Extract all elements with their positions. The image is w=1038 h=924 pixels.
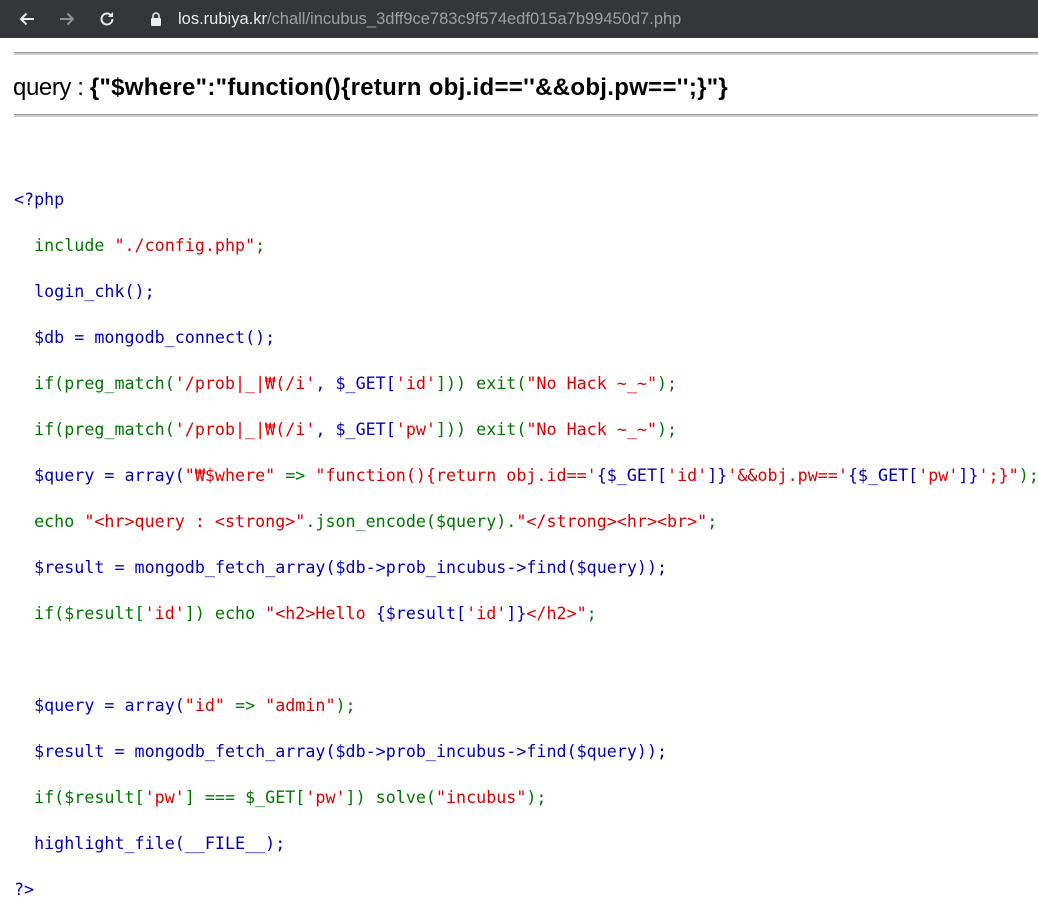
code-string: ';}": [978, 465, 1019, 485]
code-string: </h2>": [526, 603, 587, 623]
code-string: 'id': [395, 373, 436, 393]
code-token: $query = array(: [34, 465, 185, 485]
code-token: $query = array(: [34, 695, 185, 715]
code-string: 'pw': [144, 787, 185, 807]
code-token: $result = mongodb_fetch_array($db->prob_…: [34, 741, 668, 761]
code-token: ])) exit(: [435, 419, 527, 439]
code-token: ]}: [958, 465, 979, 485]
code-line-query-admin: $query = array("id" => "admin");: [14, 694, 1038, 717]
code-token: highlight_file(__FILE__);: [34, 833, 286, 853]
code-token: );: [335, 695, 356, 715]
browser-toolbar: los.rubiya.kr/chall/incubus_3dff9ce783c9…: [0, 0, 1038, 38]
code-string: '/prob|_|₩(/i': [174, 419, 316, 439]
code-line-fetch-admin: $result = mongodb_fetch_array($db->prob_…: [14, 740, 1038, 763]
code-token: {$result[: [375, 603, 467, 623]
code-token: if($result[: [34, 603, 145, 623]
code-token: ]) solve(: [345, 787, 436, 807]
code-line-query-where: $query = array("₩$where" => "function(){…: [14, 464, 1038, 487]
code-line-solve: if($result['pw'] === $_GET['pw']) solve(…: [14, 786, 1038, 809]
forward-button[interactable]: [54, 6, 80, 32]
code-token: ;: [255, 235, 266, 255]
code-token: if($result[: [34, 787, 145, 807]
code-line-highlight: highlight_file(__FILE__);: [14, 832, 1038, 855]
code-token: ]}: [707, 465, 728, 485]
code-line-open: <?php: [14, 188, 1038, 211]
code-token: );: [1018, 465, 1038, 485]
code-token: ]}: [506, 603, 527, 623]
php-open-tag: <?php: [14, 189, 65, 209]
code-token: , $_GET[: [315, 419, 396, 439]
code-string: '/prob|_|₩(/i': [174, 373, 316, 393]
code-line-filter-id: if(preg_match('/prob|_|₩(/i', $_GET['id'…: [14, 372, 1038, 395]
code-token: ] === $_GET[: [184, 787, 306, 807]
query-label: query :: [13, 74, 90, 101]
code-line-db: $db = mongodb_connect();: [14, 326, 1038, 349]
code-string: "id": [184, 695, 225, 715]
code-token: =>: [224, 695, 266, 715]
code-string: "incubus": [435, 787, 527, 807]
code-line-hello: if($result['id']) echo "<h2>Hello {$resu…: [14, 602, 1038, 625]
query-output: query : {"$where":"function(){return obj…: [13, 73, 728, 103]
code-token: ;: [707, 511, 718, 531]
back-button[interactable]: [14, 6, 40, 32]
code-token: , $_GET[: [315, 373, 396, 393]
code-line-login: login_chk();: [14, 280, 1038, 303]
address-bar[interactable]: los.rubiya.kr/chall/incubus_3dff9ce783c9…: [178, 8, 681, 30]
code-string: '&&obj.pw==': [727, 465, 848, 485]
lock-icon[interactable]: [150, 11, 162, 27]
code-token: echo: [34, 511, 85, 531]
code-string: "No Hack ~_~": [526, 373, 657, 393]
code-string: "₩$where": [184, 465, 276, 485]
code-token: $result = mongodb_fetch_array($db->prob_…: [34, 557, 668, 577]
code-line-echo: echo "<hr>query : <strong>".json_encode(…: [14, 510, 1038, 533]
code-string: "No Hack ~_~": [526, 419, 657, 439]
php-close-tag: ?>: [14, 879, 35, 899]
code-token: if(preg_match(: [34, 419, 175, 439]
query-value: {"$where":"function(){return obj.id==''&…: [89, 74, 729, 101]
code-token: if(preg_match(: [34, 373, 175, 393]
code-token: ;: [586, 603, 597, 623]
code-string: "function(){return obj.id==': [315, 465, 597, 485]
code-string: 'id': [144, 603, 185, 623]
php-source-code: <?php include "./config.php"; login_chk(…: [14, 165, 1038, 924]
code-string: "<hr>query : <strong>": [84, 511, 306, 531]
code-token: );: [526, 787, 547, 807]
code-string: "</strong><hr><br>": [516, 511, 708, 531]
code-line-fetch: $result = mongodb_fetch_array($db->prob_…: [14, 556, 1038, 579]
code-line-filter-pw: if(preg_match('/prob|_|₩(/i', $_GET['pw'…: [14, 418, 1038, 441]
code-string: "./config.php": [114, 235, 256, 255]
code-string: 'id': [466, 603, 507, 623]
bottom-divider: [14, 114, 1038, 117]
code-token: );: [657, 373, 678, 393]
top-divider: [14, 52, 1038, 55]
back-arrow-icon: [19, 12, 34, 26]
code-string: "<h2>Hello: [265, 603, 376, 623]
code-token: .json_encode($query).: [305, 511, 517, 531]
code-string: 'pw': [305, 787, 346, 807]
code-token: include: [34, 235, 115, 255]
code-string: 'pw': [395, 419, 436, 439]
reload-button[interactable]: [94, 6, 120, 32]
code-token: {$_GET[: [847, 465, 919, 485]
code-token: ]) echo: [184, 603, 266, 623]
code-string: 'pw': [918, 465, 959, 485]
code-line-close: ?>: [14, 878, 1038, 901]
code-token: {$_GET[: [596, 465, 668, 485]
code-token: ])) exit(: [435, 373, 527, 393]
url-host: los.rubiya.kr: [178, 10, 267, 28]
forward-arrow-icon: [60, 12, 75, 26]
code-string: 'id': [667, 465, 708, 485]
code-token: );: [657, 419, 678, 439]
code-token: $db = mongodb_connect();: [34, 327, 276, 347]
reload-icon: [100, 12, 114, 26]
code-string: "admin": [265, 695, 336, 715]
url-path: /chall/incubus_3dff9ce783c9f574edf015a7b…: [266, 10, 682, 28]
code-token: login_chk();: [34, 281, 155, 301]
code-line-include: include "./config.php";: [14, 234, 1038, 257]
code-token: =>: [275, 465, 316, 485]
